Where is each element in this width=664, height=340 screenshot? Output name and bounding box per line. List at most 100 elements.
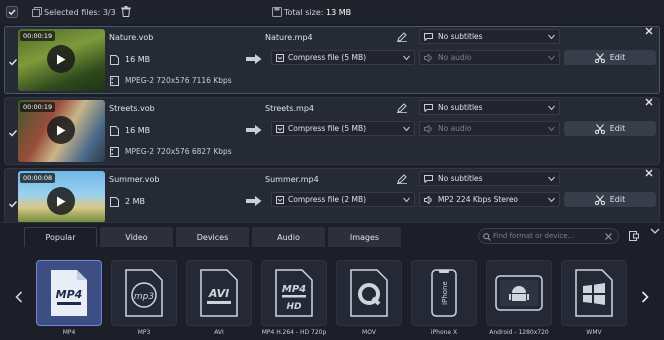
tab-popular[interactable]: Popular	[24, 227, 97, 247]
scroll-right-arrow[interactable]	[640, 291, 650, 303]
source-size: 16 MB	[125, 126, 151, 135]
edit-button[interactable]: Edit	[564, 50, 656, 65]
svg-text:MP4: MP4	[56, 288, 83, 301]
duration-badge: 00:00:19	[20, 102, 56, 112]
output-filename[interactable]: Summer.mp4	[265, 175, 319, 184]
selected-files-count: Selected files: 3/3	[44, 8, 116, 17]
video-info-icon	[110, 147, 119, 157]
file-checkbox[interactable]	[8, 128, 18, 138]
source-filename: Summer.vob	[109, 175, 160, 184]
source-size: 2 MB	[125, 197, 146, 206]
compress-dropdown[interactable]: Compress file (5 MB)	[271, 121, 415, 136]
total-size: Total size: 13 MB	[284, 8, 352, 17]
video-converter-window: Selected files: 3/3 Total size: 13 MB 00…	[0, 0, 664, 340]
close-icon[interactable]	[645, 169, 653, 177]
output-filename[interactable]: Streets.mp4	[265, 104, 314, 113]
subtitles-dropdown[interactable]: No subtitles	[419, 29, 560, 44]
clear-icon[interactable]	[605, 233, 612, 240]
edit-button[interactable]: Edit	[564, 192, 656, 207]
format-panel: Popular Video Devices Audio Images MP4 M…	[0, 222, 664, 340]
play-button[interactable]	[47, 116, 75, 144]
format-tabs: Popular Video Devices Audio Images	[24, 227, 401, 247]
duration-badge: 00:00:08	[20, 173, 56, 183]
convert-arrow-icon	[246, 196, 262, 206]
trash-icon[interactable]	[121, 6, 131, 17]
chevron-down-icon	[548, 126, 555, 132]
device-detect-icon[interactable]	[629, 231, 639, 241]
tab-video[interactable]: Video	[100, 227, 173, 247]
rename-pencil-icon[interactable]	[397, 32, 407, 42]
quicktime-icon	[350, 269, 388, 317]
audio-dropdown[interactable]: No audio	[419, 50, 560, 65]
chevron-down-icon	[403, 126, 410, 132]
file-checkbox[interactable]	[8, 199, 18, 209]
audio-label: MP2 224 Kbps Stereo	[438, 195, 519, 204]
mp3-icon: mp3	[125, 269, 163, 317]
edit-label: Edit	[609, 124, 626, 133]
convert-arrow-icon	[246, 125, 262, 135]
compress-label: Compress file (5 MB)	[288, 53, 367, 62]
tab-images[interactable]: Images	[328, 227, 401, 247]
format-search[interactable]	[478, 228, 619, 244]
rename-pencil-icon[interactable]	[397, 174, 407, 184]
video-thumbnail[interactable]: 00:00:08	[18, 171, 105, 223]
subtitles-dropdown[interactable]: No subtitles	[419, 171, 560, 186]
format-tile-mp3[interactable]: mp3	[111, 260, 177, 326]
subtitles-icon	[424, 175, 433, 183]
compress-dropdown[interactable]: Compress file (2 MB)	[271, 192, 415, 207]
scissors-icon	[594, 194, 605, 205]
select-all-checkbox[interactable]	[6, 6, 18, 18]
svg-text:iPhone: iPhone	[441, 281, 449, 305]
edit-button[interactable]: Edit	[564, 121, 656, 136]
format-tile-mov[interactable]	[336, 260, 402, 326]
format-tile-avi[interactable]: AVI	[186, 260, 252, 326]
chevron-down-icon[interactable]	[650, 227, 660, 235]
scissors-icon	[594, 52, 605, 63]
video-thumbnail[interactable]: 00:00:19	[18, 29, 105, 91]
audio-dropdown[interactable]: MP2 224 Kbps Stereo	[419, 192, 560, 207]
audio-label: No audio	[438, 53, 472, 62]
svg-text:AVI: AVI	[208, 287, 229, 300]
source-info: MPEG-2 720x576 6827 Kbps	[125, 147, 232, 156]
file-row[interactable]: 00:00:19 Streets.vob 16 MB MPEG-2 720x57…	[4, 97, 660, 165]
chevron-down-icon	[548, 176, 555, 182]
format-list: MP4 MP4 mp3 MP3 AVI AVI MP4 HD MP4 H.264 …	[36, 260, 632, 340]
format-tile-iphone-x[interactable]: iPhone	[411, 260, 477, 326]
audio-dropdown[interactable]: No audio	[419, 121, 560, 136]
file-row[interactable]: 00:00:19 Nature.vob 16 MB MPEG-2 720x576…	[4, 26, 660, 94]
output-filename[interactable]: Nature.mp4	[265, 33, 313, 42]
duration-badge: 00:00:19	[20, 31, 56, 41]
tab-devices[interactable]: Devices	[176, 227, 249, 247]
svg-text:HD: HD	[286, 302, 302, 312]
tab-audio[interactable]: Audio	[252, 227, 325, 247]
play-button[interactable]	[47, 45, 75, 73]
scroll-left-arrow[interactable]	[14, 291, 24, 303]
file-checkbox[interactable]	[8, 57, 18, 67]
play-button[interactable]	[47, 187, 75, 215]
iphone-icon: iPhone	[431, 269, 457, 317]
source-filename: Streets.vob	[109, 104, 155, 113]
close-icon[interactable]	[645, 98, 653, 106]
search-input[interactable]	[493, 232, 603, 240]
compress-dropdown[interactable]: Compress file (5 MB)	[271, 50, 415, 65]
scissors-icon	[594, 123, 605, 134]
subtitles-dropdown[interactable]: No subtitles	[419, 100, 560, 115]
file-row[interactable]: 00:00:08 Summer.vob 2 MB Summer.mp4 Comp…	[4, 168, 660, 223]
audio-label: No audio	[438, 124, 472, 133]
format-tile-mp4[interactable]: MP4	[36, 260, 102, 326]
search-icon	[483, 233, 491, 241]
file-icon	[110, 126, 119, 136]
file-icon	[110, 55, 119, 65]
format-tile-wmv[interactable]	[561, 260, 627, 326]
chevron-down-icon	[548, 55, 555, 61]
close-icon[interactable]	[645, 27, 653, 35]
video-thumbnail[interactable]: 00:00:19	[18, 100, 105, 162]
compress-icon	[276, 196, 284, 204]
chevron-down-icon	[548, 105, 555, 111]
format-tile-mp4-hd[interactable]: MP4 HD	[261, 260, 327, 326]
chevron-down-icon	[548, 197, 555, 203]
chevron-down-icon	[403, 55, 410, 61]
speaker-icon	[424, 196, 432, 204]
format-tile-android[interactable]	[486, 260, 552, 326]
rename-pencil-icon[interactable]	[397, 103, 407, 113]
